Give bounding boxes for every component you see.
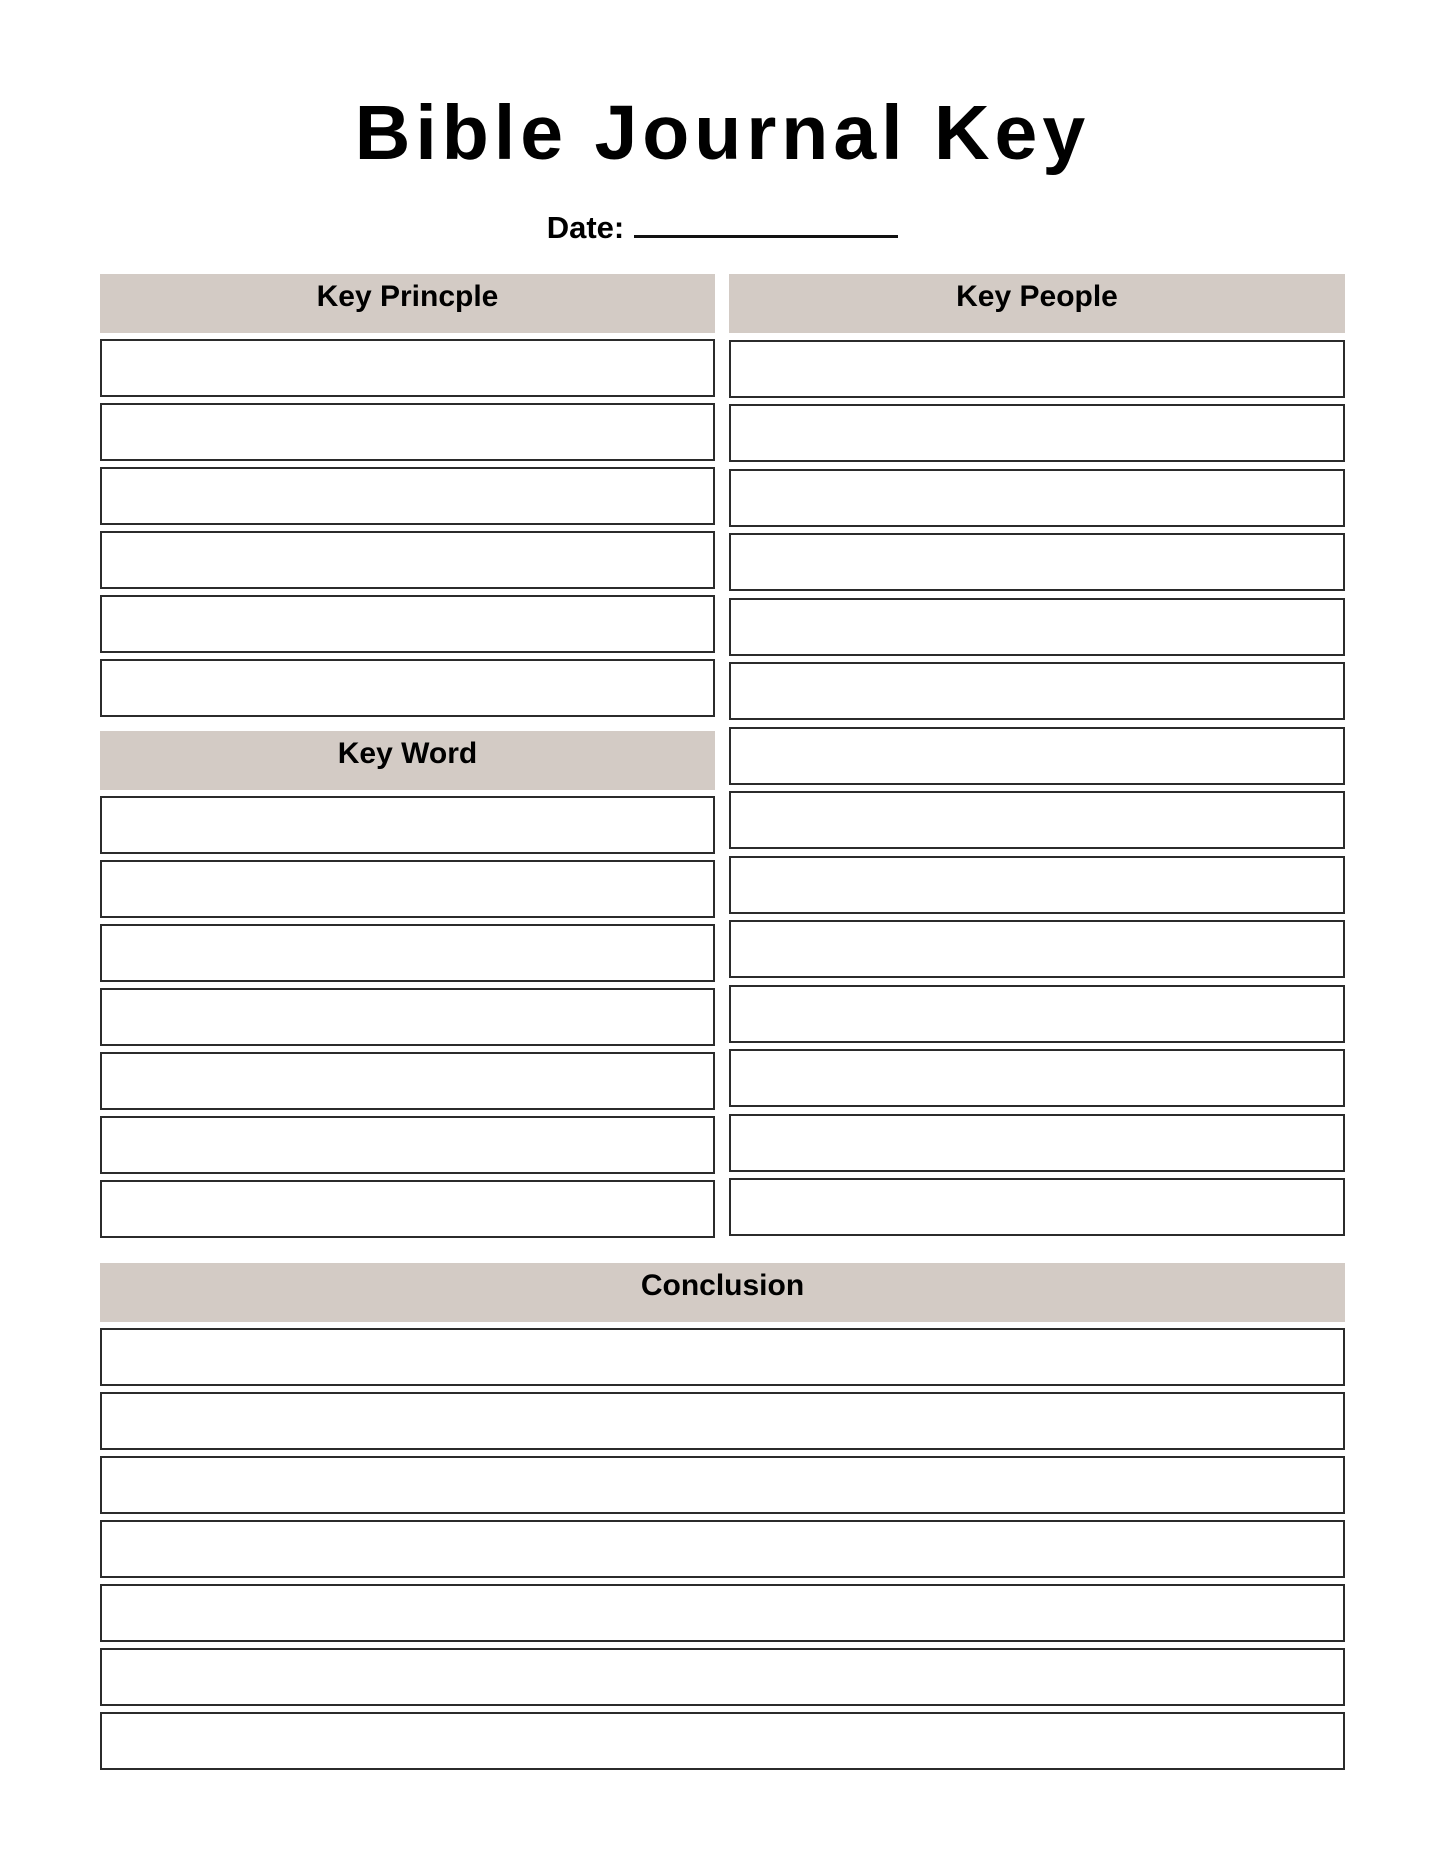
key-word-entry-box[interactable] bbox=[100, 860, 715, 918]
key-people-entry-box[interactable] bbox=[729, 468, 1345, 527]
key-principle-entry-box[interactable] bbox=[100, 339, 715, 397]
key-people-entry-box[interactable] bbox=[729, 984, 1345, 1043]
key-principle-header: Key Princple bbox=[100, 274, 715, 333]
key-principle-entry-box[interactable] bbox=[100, 531, 715, 589]
key-word-entry-box[interactable] bbox=[100, 1180, 715, 1238]
key-principle-entry-box[interactable] bbox=[100, 595, 715, 653]
key-principle-entry-box[interactable] bbox=[100, 403, 715, 461]
conclusion-entry-box[interactable] bbox=[100, 1712, 1345, 1770]
key-people-entry-box[interactable] bbox=[729, 1113, 1345, 1172]
left-column: Key Princple Key Word bbox=[100, 274, 715, 1238]
right-column: Key People bbox=[729, 274, 1345, 1236]
key-people-rows bbox=[729, 339, 1345, 1236]
key-people-entry-box[interactable] bbox=[729, 855, 1345, 914]
page-title: Bible Journal Key bbox=[354, 90, 1091, 176]
key-word-rows bbox=[100, 796, 715, 1238]
conclusion-entry-box[interactable] bbox=[100, 1392, 1345, 1450]
key-people-entry-box[interactable] bbox=[729, 597, 1345, 656]
key-people-entry-box[interactable] bbox=[729, 791, 1345, 849]
key-word-entry-box[interactable] bbox=[100, 796, 715, 854]
key-people-entry-box[interactable] bbox=[729, 662, 1345, 720]
date-label: Date: bbox=[546, 210, 625, 245]
key-people-header: Key People bbox=[729, 274, 1345, 333]
key-principle-rows bbox=[100, 339, 715, 717]
conclusion-entry-box[interactable] bbox=[100, 1456, 1345, 1514]
conclusion-section: Conclusion bbox=[100, 1263, 1345, 1770]
key-people-entry-box[interactable] bbox=[729, 404, 1345, 462]
conclusion-entry-box[interactable] bbox=[100, 1520, 1345, 1578]
key-word-header: Key Word bbox=[100, 731, 715, 790]
conclusion-entry-box[interactable] bbox=[100, 1584, 1345, 1642]
key-people-entry-box[interactable] bbox=[729, 339, 1345, 398]
key-principle-entry-box[interactable] bbox=[100, 467, 715, 525]
key-word-entry-box[interactable] bbox=[100, 1052, 715, 1110]
key-people-entry-box[interactable] bbox=[729, 920, 1345, 978]
key-word-entry-box[interactable] bbox=[100, 924, 715, 982]
key-people-entry-box[interactable] bbox=[729, 726, 1345, 785]
date-field-row: Date: bbox=[0, 205, 1445, 248]
conclusion-header: Conclusion bbox=[100, 1263, 1345, 1322]
date-input-line[interactable] bbox=[634, 205, 899, 238]
key-word-entry-box[interactable] bbox=[100, 1116, 715, 1174]
conclusion-entry-box[interactable] bbox=[100, 1648, 1345, 1706]
conclusion-entry-box[interactable] bbox=[100, 1328, 1345, 1386]
conclusion-rows bbox=[100, 1328, 1345, 1770]
key-people-entry-box[interactable] bbox=[729, 533, 1345, 591]
key-people-entry-box[interactable] bbox=[729, 1178, 1345, 1236]
key-people-entry-box[interactable] bbox=[729, 1049, 1345, 1107]
key-principle-entry-box[interactable] bbox=[100, 659, 715, 717]
key-word-entry-box[interactable] bbox=[100, 988, 715, 1046]
